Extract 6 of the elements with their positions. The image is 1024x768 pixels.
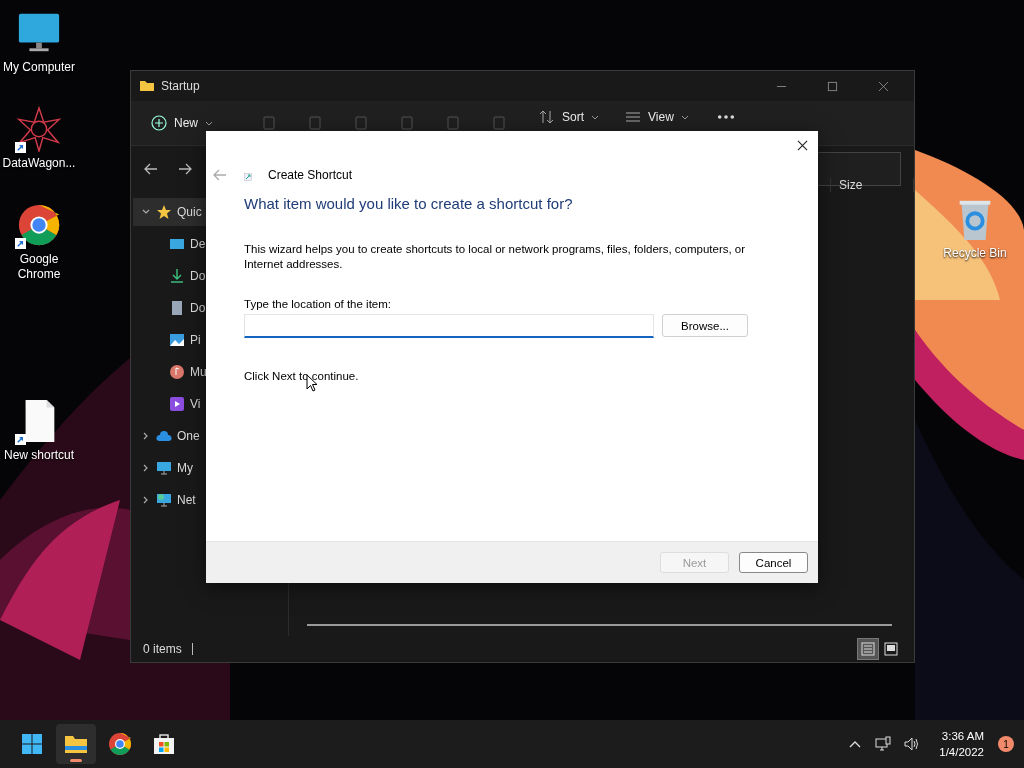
dialog-heading: What item would you like to create a shortcut for? [244, 195, 573, 212]
field-label: Type the location of the item: [244, 298, 392, 310]
window-title: Startup [161, 79, 200, 93]
item-count: 0 items [143, 642, 182, 656]
dialog-title: Create Shortcut [268, 168, 353, 182]
description-text: This wizard helps you to create shortcuts to local or network programs, files, folders, computers, or Internet addresses. [244, 242, 747, 272]
